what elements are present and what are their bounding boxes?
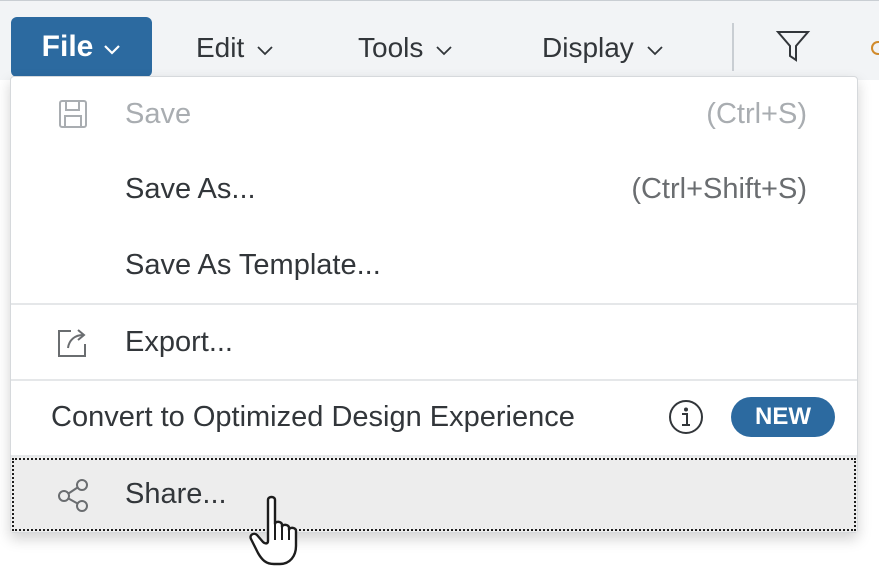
menu-item-label: Export... (125, 325, 233, 358)
display-menu-label: Display (542, 32, 634, 63)
toolbar-overflow-icon[interactable] (871, 41, 879, 55)
edit-menu-button[interactable]: Edit (196, 19, 274, 77)
tools-menu-button[interactable]: Tools (358, 19, 453, 77)
info-icon[interactable] (667, 398, 705, 436)
toolbar-separator (732, 23, 734, 71)
edit-menu-label: Edit (196, 32, 245, 63)
menu-item-convert-design[interactable]: Convert to Optimized Design Experience N… (11, 379, 857, 455)
file-menu-button[interactable]: File (11, 17, 152, 77)
menu-item-save-as-template[interactable]: Save As Template... (11, 227, 857, 303)
display-menu-button[interactable]: Display (542, 19, 664, 77)
menu-item-label: Share... (125, 478, 227, 510)
menu-item-label: Save (125, 97, 192, 130)
menu-item-share[interactable]: Share... (11, 457, 857, 532)
chevron-down-icon (256, 32, 274, 64)
chevron-down-icon (435, 32, 453, 64)
menu-item-export[interactable]: Export... (11, 305, 857, 379)
chevron-down-icon (103, 30, 121, 64)
file-menu-label: File (41, 30, 94, 63)
menu-item-label: Save As... (125, 172, 256, 205)
file-dropdown-menu: Save (Ctrl+S) Save As... (Ctrl+Shift+S) … (10, 76, 858, 533)
export-icon (53, 322, 93, 362)
menu-item-shortcut: (Ctrl+Shift+S) (631, 172, 807, 205)
new-badge: NEW (731, 397, 835, 437)
menu-item-label: Save As Template... (125, 248, 381, 281)
tools-menu-label: Tools (358, 32, 424, 63)
share-icon (53, 475, 93, 515)
save-icon (53, 94, 93, 134)
menu-item-shortcut: (Ctrl+S) (706, 97, 807, 130)
filter-icon[interactable] (774, 27, 812, 65)
toolbar: File Edit Tools Display (0, 0, 879, 80)
menu-item-save[interactable]: Save (Ctrl+S) (11, 77, 857, 151)
menu-item-save-as[interactable]: Save As... (Ctrl+Shift+S) (11, 151, 857, 227)
hand-pointer-cursor-icon (248, 494, 308, 568)
menu-item-label: Convert to Optimized Design Experience (51, 400, 575, 433)
chevron-down-icon (646, 32, 664, 64)
